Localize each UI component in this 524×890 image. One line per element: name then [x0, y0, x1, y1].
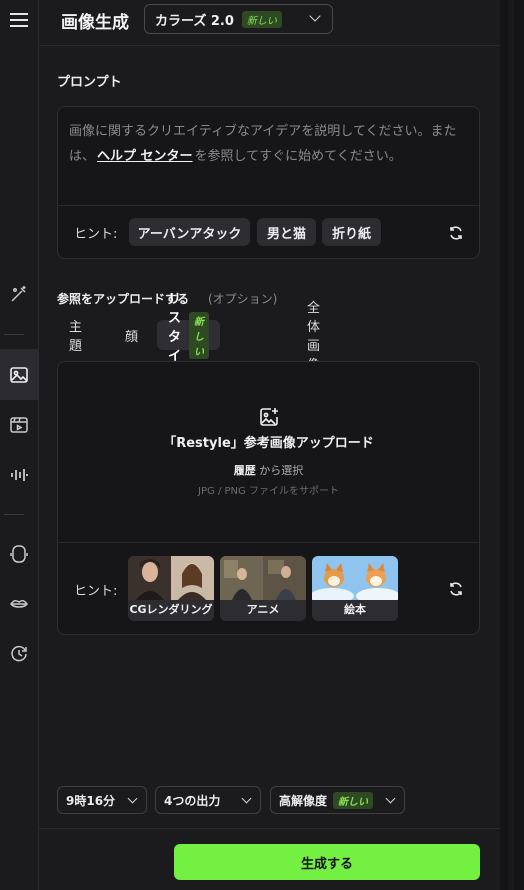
supported-formats: JPG / PNG ファイルをサポート — [198, 486, 339, 497]
style-label: CGレンダリング — [129, 603, 213, 616]
menu-icon[interactable] — [4, 5, 34, 35]
chevron-down-icon — [241, 793, 252, 804]
scrollbar-track[interactable] — [500, 0, 524, 890]
select-text: から選択 — [259, 464, 304, 477]
chevron-down-icon — [309, 10, 321, 22]
help-center-link[interactable]: ヘルプ センター — [97, 149, 193, 164]
placeholder-text-end: を参照してすぐに始めてください。 — [194, 149, 402, 164]
output-count-value: 4つの出力 — [164, 793, 221, 808]
panel-header: 画像生成 カラーズ 2.0 新しい — [39, 0, 500, 46]
picture-book-thumbnail — [312, 556, 398, 600]
generate-button[interactable]: 生成する — [174, 844, 480, 880]
magic-wand-icon[interactable] — [4, 279, 34, 309]
upload-dropzone[interactable]: 「Restyle」参考画像アップロード 履歴 から選択 JPG / PNG ファ… — [57, 361, 480, 635]
aspect-ratio-select[interactable]: 9時16分 — [57, 786, 147, 814]
prompt-label: プロンプト — [57, 75, 122, 90]
style-card-anime[interactable]: アニメ — [220, 556, 306, 621]
model-select[interactable]: カラーズ 2.0 新しい — [144, 4, 333, 34]
upload-title: 「Restyle」参考画像アップロード — [163, 436, 374, 451]
lips-icon[interactable] — [4, 589, 34, 619]
refresh-icon[interactable] — [446, 579, 466, 599]
chevron-down-icon — [127, 793, 138, 804]
page-title: 画像生成 — [61, 13, 129, 33]
cg-rendering-thumbnail — [128, 556, 214, 600]
hint-label: ヒント: — [74, 584, 118, 599]
audio-wave-icon[interactable] — [4, 460, 34, 490]
new-badge: 新しい — [333, 791, 374, 809]
prompt-hint-row: ヒント: アーバンアタック 男と猫 折り紙 — [58, 205, 479, 259]
hint-chip[interactable]: アーバンアタック — [129, 218, 250, 246]
upload-subtitle: 履歴 から選択 — [58, 462, 479, 478]
hint-chip[interactable]: 折り紙 — [322, 218, 381, 246]
hint-chip[interactable]: 男と猫 — [257, 218, 316, 246]
new-badge: 新しい — [189, 311, 210, 359]
tab-subject[interactable]: 主題 — [69, 320, 82, 354]
rail-divider — [4, 514, 24, 515]
add-image-icon — [258, 406, 280, 432]
style-card-picture-book[interactable]: 絵本 — [312, 556, 398, 621]
anime-thumbnail — [220, 556, 306, 600]
history-icon[interactable] — [4, 639, 34, 669]
chevron-down-icon — [385, 793, 396, 804]
resolution-value: 高解像度 — [279, 793, 328, 808]
scrollbar-thumb[interactable] — [508, 0, 514, 890]
style-card-cg[interactable]: CGレンダリング — [128, 556, 214, 621]
style-hint-row: ヒント: CGレンダリング アニメ 絵本 — [58, 542, 479, 634]
image-icon[interactable] — [4, 360, 34, 390]
tab-face[interactable]: 顔 — [125, 320, 138, 350]
resolution-select[interactable]: 高解像度 新しい — [270, 786, 405, 814]
refresh-icon[interactable] — [446, 223, 466, 243]
prompt-placeholder[interactable]: 画像に関するクリエイティブなアイデアを説明してください。または、 ヘルプ センター… — [69, 119, 464, 169]
history-link[interactable]: 履歴 — [234, 464, 256, 477]
rail-divider — [4, 334, 24, 335]
aspect-ratio-value: 9時16分 — [66, 793, 116, 808]
optional-label: (オプション) — [208, 292, 278, 306]
hint-label: ヒント: — [74, 227, 118, 242]
style-label: アニメ — [246, 603, 280, 616]
video-icon[interactable] — [4, 410, 34, 440]
model-name: カラーズ 2.0 — [155, 13, 234, 29]
output-count-select[interactable]: 4つの出力 — [155, 786, 261, 814]
new-badge: 新しい — [241, 10, 282, 28]
left-rail — [0, 0, 39, 890]
tab-restyle[interactable]: リスタイル 新しい — [157, 292, 221, 383]
avatar-icon[interactable] — [4, 539, 34, 569]
prompt-input[interactable]: 画像に関するクリエイティブなアイデアを説明してください。または、 ヘルプ センター… — [57, 106, 480, 259]
tab-full-image[interactable]: 全体画像 — [307, 301, 320, 373]
style-label: 絵本 — [344, 603, 366, 616]
